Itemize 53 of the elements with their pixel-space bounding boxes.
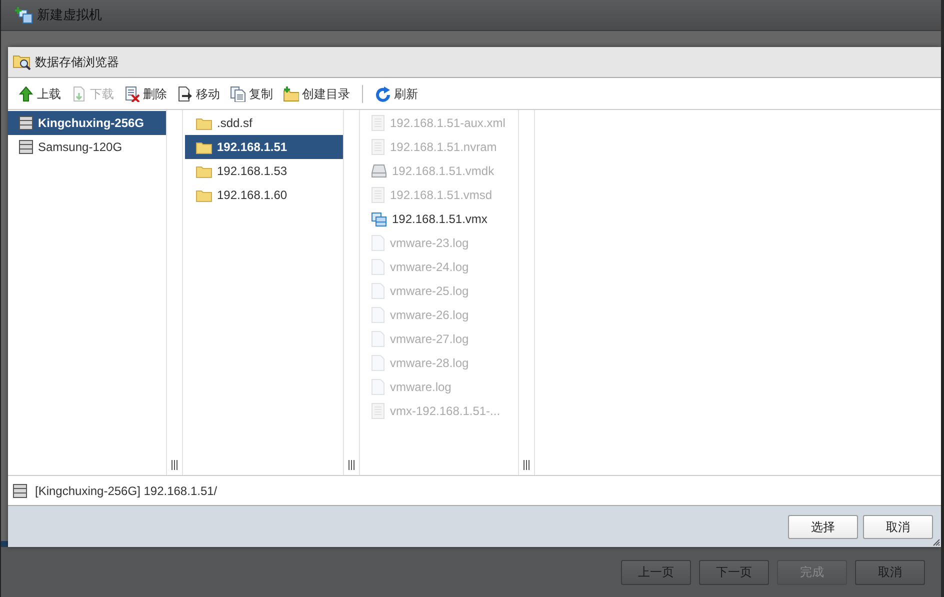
list-item[interactable]: 192.168.1.51: [185, 135, 343, 159]
wizard-button[interactable]: 下一页: [699, 560, 769, 584]
wizard-button[interactable]: 取消: [855, 560, 925, 584]
toolbar-button[interactable]: 创建目录: [283, 84, 350, 102]
resize-handle-icon: [348, 460, 355, 470]
toolbar-button[interactable]: 删除: [124, 84, 167, 102]
path-text: [Kingchuxing-256G] 192.168.1.51/: [35, 482, 218, 500]
copy-icon: [230, 86, 246, 102]
dialog-button[interactable]: 取消: [863, 514, 933, 538]
folder-icon: [196, 140, 212, 154]
new-folder-icon: [283, 86, 299, 102]
datastore-icon: [19, 140, 33, 154]
vm-icon: [371, 212, 387, 226]
refresh-icon: [375, 86, 391, 102]
move-icon: [177, 86, 193, 102]
delete-icon: [124, 86, 140, 102]
list-item[interactable]: Samsung-120G: [8, 135, 166, 159]
resize-handle-icon: [523, 460, 530, 470]
wizard-button[interactable]: 上一页: [621, 560, 691, 584]
document-icon: [371, 307, 385, 323]
document-icon: [371, 187, 385, 203]
document-icon: [371, 331, 385, 347]
toolbar-button[interactable]: 上载: [18, 84, 61, 102]
list-item[interactable]: .sdd.sf: [185, 111, 343, 135]
document-icon: [371, 115, 385, 131]
document-icon: [371, 259, 385, 275]
document-icon: [371, 235, 385, 251]
toolbar-button[interactable]: 刷新: [375, 84, 418, 102]
list-item[interactable]: Kingchuxing-256G: [8, 111, 166, 135]
file-item[interactable]: 192.168.1.51.vmx: [360, 207, 518, 231]
dialog-title: 数据存储浏览器: [35, 54, 119, 71]
datastore-icon: [13, 484, 27, 498]
dialog-button[interactable]: 选择: [788, 514, 858, 538]
toolbar-button[interactable]: 复制: [230, 84, 273, 102]
window-title: 新建虚拟机: [37, 6, 102, 24]
folder-search-icon: [13, 54, 31, 70]
document-icon: [371, 379, 385, 395]
document-icon: [371, 355, 385, 371]
new-vm-icon: [15, 6, 33, 24]
list-item[interactable]: 192.168.1.53: [185, 159, 343, 183]
folder-icon: [196, 164, 212, 178]
download-icon: [71, 86, 87, 102]
toolbar-button[interactable]: 移动: [177, 84, 220, 102]
document-icon: [371, 283, 385, 299]
datastore-icon: [19, 116, 33, 130]
resize-grip-icon[interactable]: [933, 539, 940, 546]
list-item[interactable]: 192.168.1.60: [185, 183, 343, 207]
upload-icon: [18, 86, 34, 102]
document-icon: [371, 403, 385, 419]
folder-icon: [196, 116, 212, 130]
folder-icon: [196, 188, 212, 202]
resize-handle-icon: [171, 460, 178, 470]
document-icon: [371, 139, 385, 155]
